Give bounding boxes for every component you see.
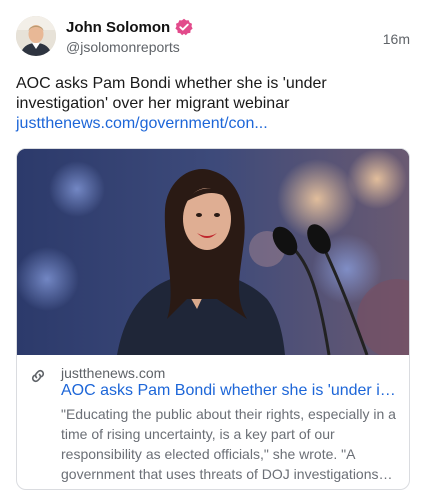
verified-badge-icon — [175, 18, 193, 36]
author-name-row: John Solomon — [66, 18, 193, 36]
post-header: John Solomon @jsolomonreports 16m — [16, 16, 410, 60]
author-display-name[interactable]: John Solomon — [66, 19, 170, 36]
author-handle[interactable]: @jsolomonreports — [66, 39, 180, 55]
link-icon — [29, 367, 47, 385]
link-description: "Educating the public about their rights… — [61, 406, 396, 482]
avatar-photo-icon — [16, 16, 56, 56]
social-post: John Solomon @jsolomonreports 16m AOC as… — [0, 0, 426, 500]
link-preview-image[interactable] — [17, 149, 409, 355]
post-timestamp[interactable]: 16m — [383, 31, 410, 47]
author-avatar[interactable] — [16, 16, 56, 56]
post-link[interactable]: justthenews.com/government/con... — [16, 114, 268, 134]
article-photo-icon — [17, 149, 409, 355]
link-title[interactable]: AOC asks Pam Bondi whether she is 'under… — [61, 381, 397, 401]
link-preview-body: justthenews.com AOC asks Pam Bondi wheth… — [17, 355, 409, 489]
link-preview-card[interactable]: justthenews.com AOC asks Pam Bondi wheth… — [16, 148, 410, 490]
post-text: AOC asks Pam Bondi whether she is 'under… — [16, 75, 327, 112]
link-domain: justthenews.com — [61, 365, 166, 381]
